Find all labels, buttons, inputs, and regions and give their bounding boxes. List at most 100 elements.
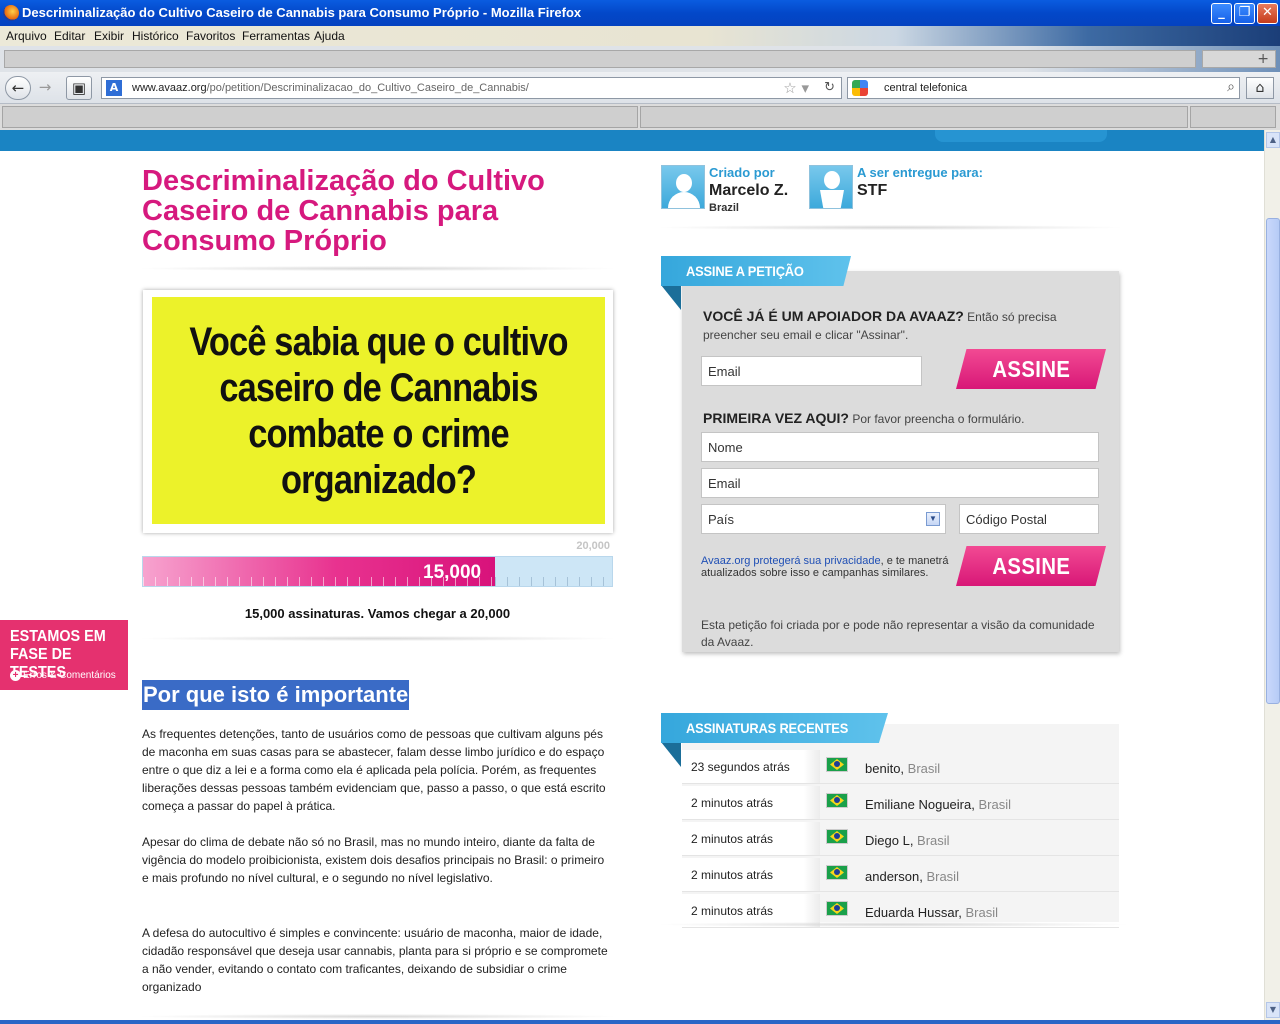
menu-ferramentas[interactable]: Ferramentas: [242, 29, 310, 43]
privacy-note: Avaaz.org protegerá sua privacidade, e t…: [701, 555, 949, 579]
scrollbar-thumb[interactable]: [1266, 218, 1280, 704]
signature-time: 2 minutos atrás: [691, 796, 774, 810]
description-paragraph: Apesar do clima de debate não só no Bras…: [142, 835, 605, 885]
menu-editar[interactable]: Editar: [54, 29, 85, 43]
creator-divider: [661, 225, 1120, 230]
email-input[interactable]: Email: [701, 468, 1099, 498]
target-name: STF: [857, 182, 888, 199]
scroll-up-arrow-icon[interactable]: ▲: [1266, 132, 1280, 148]
url-text[interactable]: www.avaaz.org/po/petition/Descriminaliza…: [132, 82, 529, 94]
petition-title: Descriminalização do Cultivo Caseiro de …: [142, 165, 545, 257]
existing-email-input[interactable]: Email: [701, 356, 922, 386]
addon-segment-2: [640, 106, 1188, 128]
petition-image-text: Você sabia que o cultivo caseiro de Cann…: [189, 319, 568, 502]
podium-icon: [820, 190, 844, 208]
signer: benito, Brasil: [865, 761, 941, 776]
beta-feedback-badge[interactable]: ESTAMOS EM FASE DE TESTES + Erros & Comen…: [0, 620, 128, 690]
signature-time: 2 minutos atrás: [691, 904, 774, 918]
signature-time-cell: 2 minutos atrás: [682, 858, 820, 891]
ribbon-fold: [661, 742, 681, 767]
avatar-head: [676, 174, 692, 192]
bookmark-star-icon[interactable]: ☆ ▾: [783, 79, 809, 97]
sign-ribbon: ASSINE A PETIÇÃO: [661, 256, 851, 286]
signer: Eduarda Hussar, Brasil: [865, 905, 998, 920]
firefox-icon: [3, 5, 19, 21]
addon-segment-3: [1190, 106, 1276, 128]
chevron-down-icon[interactable]: ▼: [926, 512, 940, 526]
brazil-flag-icon: [826, 901, 848, 916]
url-bar[interactable]: A www.avaaz.org/po/petition/Descriminali…: [101, 77, 842, 99]
new-tab-plus-icon[interactable]: +: [1202, 50, 1276, 68]
signature-time-cell: 23 segundos atrás: [682, 750, 820, 783]
vertical-scrollbar[interactable]: ▲ ▼: [1264, 130, 1280, 1020]
postal-code-input[interactable]: Código Postal: [959, 504, 1099, 534]
search-bar[interactable]: central telefonica ⌕: [847, 77, 1240, 99]
recent-ribbon: ASSINATURAS RECENTES: [661, 713, 888, 743]
creator-country: Brazil: [709, 202, 739, 214]
signature-count: 15,000: [423, 562, 482, 583]
site-identity-icon[interactable]: A: [106, 80, 122, 96]
site-header-bar: [0, 130, 1264, 151]
menu-ajuda[interactable]: Ajuda: [314, 29, 345, 43]
beta-badge-link[interactable]: + Erros & Comentários: [10, 670, 116, 681]
window-title: Descriminalização do Cultivo Caseiro de …: [22, 5, 582, 20]
scroll-down-arrow-icon[interactable]: ▼: [1266, 1002, 1280, 1018]
creator-label: Criado por: [709, 165, 775, 180]
description-paragraph: A defesa do autocultivo é simples e conv…: [142, 926, 608, 994]
country-select[interactable]: País ▼: [701, 504, 946, 534]
maximize-button[interactable]: ❐: [1234, 3, 1255, 24]
signature-thermometer: 15,000: [142, 556, 613, 587]
creator-avatar: [661, 165, 705, 209]
close-button[interactable]: ✕: [1257, 3, 1278, 24]
plus-circle-icon: +: [10, 670, 21, 681]
forward-arrow-icon[interactable]: →: [32, 76, 58, 100]
brazil-flag-icon: [826, 793, 848, 808]
ribbon-fold: [661, 285, 681, 310]
sign-button-new[interactable]: ASSINE: [956, 546, 1106, 586]
target-label: A ser entregue para:: [857, 165, 983, 180]
signature-time: 23 segundos atrás: [691, 760, 790, 774]
brazil-flag-icon: [826, 865, 848, 880]
addon-toolbar: [0, 104, 1280, 130]
sign-ribbon-label: ASSINE A PETIÇÃO: [686, 263, 804, 279]
petition-disclaimer: Esta petição foi criada por e pode não r…: [701, 618, 1095, 649]
back-arrow-icon[interactable]: ←: [5, 76, 31, 100]
target-avatar: [809, 165, 853, 209]
signature-row: 2 minutos atrás Emiliane Nogueira, Brasi…: [682, 786, 1119, 820]
sign-button-existing[interactable]: ASSINE: [956, 349, 1106, 389]
signature-time-cell: 2 minutos atrás: [682, 786, 820, 819]
menu-favoritos[interactable]: Favoritos: [186, 29, 235, 43]
name-input[interactable]: Nome: [701, 432, 1099, 462]
bottom-divider: [142, 1014, 613, 1019]
signer: Diego L, Brasil: [865, 833, 950, 848]
menu-bar: Arquivo Editar Exibir Histórico Favorito…: [0, 26, 1280, 46]
reload-icon[interactable]: ↻: [824, 80, 835, 95]
window-titlebar: Descriminalização do Cultivo Caseiro de …: [0, 0, 1280, 26]
signature-row: 23 segundos atrás benito, Brasil: [682, 750, 1119, 784]
toolbar-strip: +: [0, 46, 1280, 72]
minimize-button[interactable]: _: [1211, 3, 1232, 24]
signer: anderson, Brasil: [865, 869, 959, 884]
recent-ribbon-label: ASSINATURAS RECENTES: [686, 720, 849, 736]
brazil-flag-icon: [826, 829, 848, 844]
avatar-head: [824, 171, 840, 189]
signature-time: 2 minutos atrás: [691, 832, 774, 846]
signature-row: 2 minutos atrás anderson, Brasil: [682, 858, 1119, 892]
privacy-link[interactable]: Avaaz.org protegerá sua privacidade: [701, 555, 881, 567]
signature-goal: 20,000: [576, 540, 610, 552]
menu-exibir[interactable]: Exibir: [94, 29, 124, 43]
thermometer-empty-ticks: [495, 577, 612, 586]
google-engine-icon[interactable]: [852, 80, 868, 96]
search-icon[interactable]: ⌕: [1227, 79, 1235, 95]
signature-row: 2 minutos atrás Diego L, Brasil: [682, 822, 1119, 856]
bookmark-toolbar-icon[interactable]: ▣: [66, 76, 92, 100]
why-important-heading: Por que isto é importante: [142, 680, 410, 710]
description-paragraph: As frequentes detenções, tanto de usuári…: [142, 727, 606, 813]
search-input[interactable]: central telefonica: [884, 82, 967, 94]
first-time-question: PRIMEIRA VEZ AQUI? Por favor preencha o …: [703, 410, 1025, 426]
signer: Emiliane Nogueira, Brasil: [865, 797, 1011, 812]
signature-summary: 15,000 assinaturas. Vamos chegar a 20,00…: [244, 606, 511, 621]
menu-arquivo[interactable]: Arquivo: [6, 29, 47, 43]
home-icon[interactable]: ⌂: [1246, 77, 1274, 99]
menu-historico[interactable]: Histórico: [132, 29, 179, 43]
